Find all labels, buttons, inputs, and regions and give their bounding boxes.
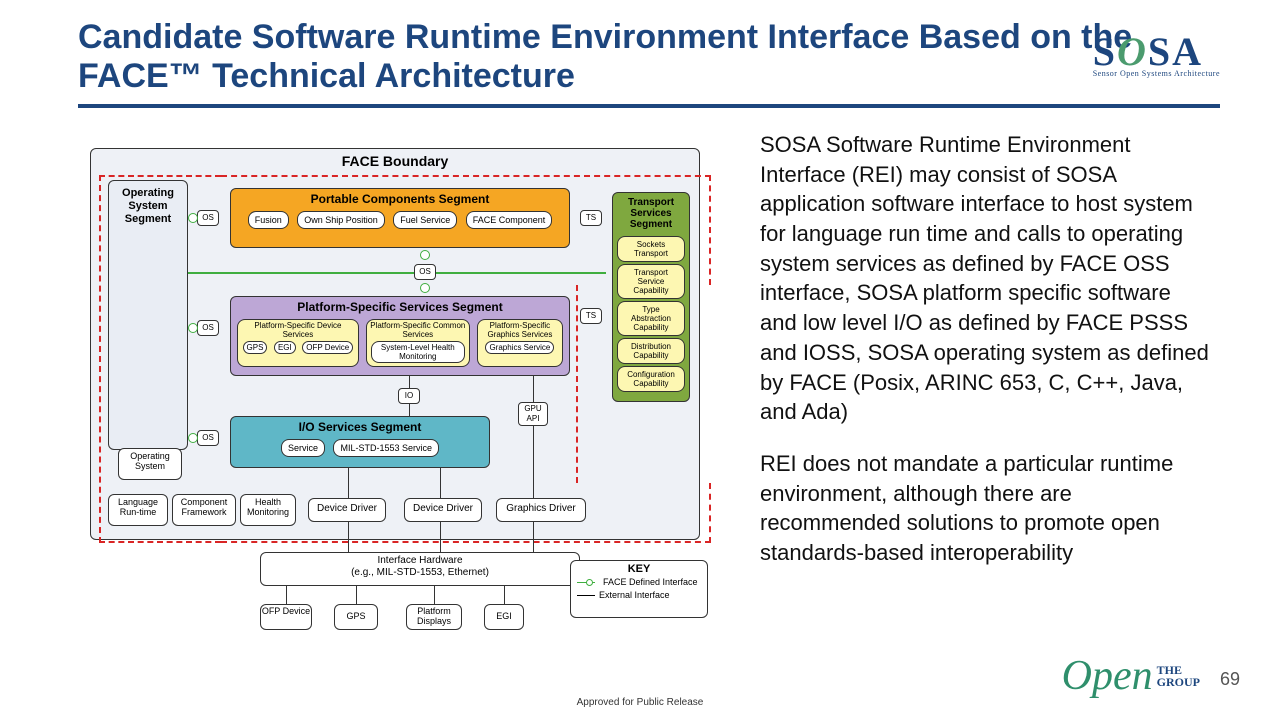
ts-node-1: TS (580, 210, 602, 226)
open-text: Open (1062, 652, 1153, 700)
psss-ofp: OFP Device (302, 341, 353, 354)
logo-sa: SA (1148, 29, 1203, 74)
bottom-dd2: Device Driver (404, 498, 482, 522)
face-diagram: FACE Boundary Operating System Segment O… (90, 148, 710, 648)
gpu-line-top (533, 376, 534, 402)
tss-dist: Distribution Capability (617, 338, 685, 364)
io-line-bot (409, 404, 410, 416)
ifhw-line-3 (434, 586, 435, 604)
title-rule (78, 104, 1220, 108)
ifhw-line-1 (286, 586, 287, 604)
pcs-segment: Portable Components Segment Fusion Own S… (230, 188, 570, 248)
ioss-service: Service (281, 439, 325, 457)
ifhw-displays: Platform Displays (406, 604, 462, 630)
bottom-gd: Graphics Driver (496, 498, 586, 522)
tss-config: Configuration Capability (617, 366, 685, 392)
psss-title: Platform-Specific Services Segment (231, 297, 569, 317)
green-dot-2 (188, 323, 198, 333)
psss-graphics: Platform-Specific Graphics Services Grap… (477, 319, 563, 367)
tss-type: Type Abstraction Capability (617, 301, 685, 336)
dd2-line (440, 522, 441, 552)
ifhw-ofp: OFP Device (260, 604, 312, 630)
psss-dev: Platform-Specific Device Services GPS EG… (237, 319, 359, 367)
os-node-2: OS (197, 320, 219, 336)
psss-graphics-label: Platform-Specific Graphics Services (480, 321, 560, 339)
io-node: IO (398, 388, 420, 404)
ioss-title: I/O Services Segment (231, 417, 489, 437)
tss-transport: Transport Service Capability (617, 264, 685, 299)
oss-label: Operating System Segment (109, 181, 187, 233)
bottom-os: Operating System (118, 448, 182, 480)
pcs-title: Portable Components Segment (231, 189, 569, 209)
pcs-item-ownship: Own Ship Position (297, 211, 385, 229)
logo-o: O (1117, 29, 1148, 74)
gpu-line-bot (533, 426, 534, 498)
bottom-dd1: Device Driver (308, 498, 386, 522)
ioss-line-1 (348, 468, 349, 498)
page-number: 69 (1220, 669, 1240, 690)
psss-common-label: Platform-Specific Common Services (369, 321, 467, 339)
bottom-comp: Component Framework (172, 494, 236, 526)
oss-segment: Operating System Segment (108, 180, 188, 450)
psss-graphics-svc: Graphics Service (485, 341, 554, 354)
pcs-item-facecomp: FACE Component (466, 211, 553, 229)
group-text: GROUP (1157, 675, 1200, 689)
psss-dev-label: Platform-Specific Device Services (240, 321, 356, 339)
os-node-1: OS (197, 210, 219, 226)
green-dot-1 (188, 213, 198, 223)
ifhw-box: Interface Hardware (e.g., MIL-STD-1553, … (260, 552, 580, 586)
psss-common: Platform-Specific Common Services System… (366, 319, 470, 367)
os-node-3: OS (197, 430, 219, 446)
paragraph-1: SOSA Software Runtime Environment Interf… (760, 130, 1210, 427)
green-interface-line (188, 272, 606, 274)
os-node-mid: OS (414, 264, 436, 280)
ts-node-2: TS (580, 308, 602, 324)
sosa-logo: SOSA Sensor Open Systems Architecture (1093, 28, 1220, 78)
dd1-line (348, 522, 349, 552)
release-label: Approved for Public Release (577, 697, 704, 708)
tss-segment: Transport Services Segment Sockets Trans… (612, 192, 690, 402)
ifhw-title: Interface Hardware (261, 555, 579, 567)
psss-segment: Platform-Specific Services Segment Platf… (230, 296, 570, 376)
psss-egi: EGI (274, 341, 296, 354)
gpu-node: GPU API (518, 402, 548, 426)
open-group-logo: Open THEGROUP (1062, 652, 1200, 700)
key-ext-label: External Interface (599, 590, 670, 600)
key-box: KEY FACE Defined Interface External Inte… (570, 560, 708, 618)
logo-s: S (1093, 29, 1117, 74)
key-face-dot (586, 579, 593, 586)
ifhw-line-4 (504, 586, 505, 604)
slide-title: Candidate Software Runtime Environment I… (78, 18, 1220, 96)
psss-gps: GPS (243, 341, 268, 354)
green-dot-osmid-bot (420, 283, 430, 293)
pcs-item-fuel: Fuel Service (393, 211, 457, 229)
ioss-segment: I/O Services Segment Service MIL-STD-155… (230, 416, 490, 468)
gd-line (533, 522, 534, 552)
ifhw-sub: (e.g., MIL-STD-1553, Ethernet) (261, 567, 579, 579)
tss-sockets: Sockets Transport (617, 236, 685, 262)
ifhw-line-2 (356, 586, 357, 604)
green-dot-osmid-top (420, 250, 430, 260)
body-text: SOSA Software Runtime Environment Interf… (760, 130, 1210, 568)
logo-tag: Sensor Open Systems Architecture (1093, 69, 1220, 78)
bottom-lang: Language Run-time (108, 494, 168, 526)
face-boundary-label: FACE Boundary (91, 149, 699, 173)
io-line-top (409, 376, 410, 388)
key-title: KEY (577, 563, 701, 575)
tss-title: Transport Services Segment (613, 193, 689, 234)
key-ext-line (577, 595, 595, 596)
key-face-label: FACE Defined Interface (603, 577, 698, 587)
ioss-1553: MIL-STD-1553 Service (333, 439, 439, 457)
ioss-line-2 (440, 468, 441, 498)
psss-health: System-Level Health Monitoring (371, 341, 465, 363)
green-dot-3 (188, 433, 198, 443)
ifhw-egi: EGI (484, 604, 524, 630)
pcs-item-fusion: Fusion (248, 211, 289, 229)
ifhw-gps: GPS (334, 604, 378, 630)
bottom-health: Health Monitoring (240, 494, 296, 526)
paragraph-2: REI does not mandate a particular runtim… (760, 449, 1210, 568)
